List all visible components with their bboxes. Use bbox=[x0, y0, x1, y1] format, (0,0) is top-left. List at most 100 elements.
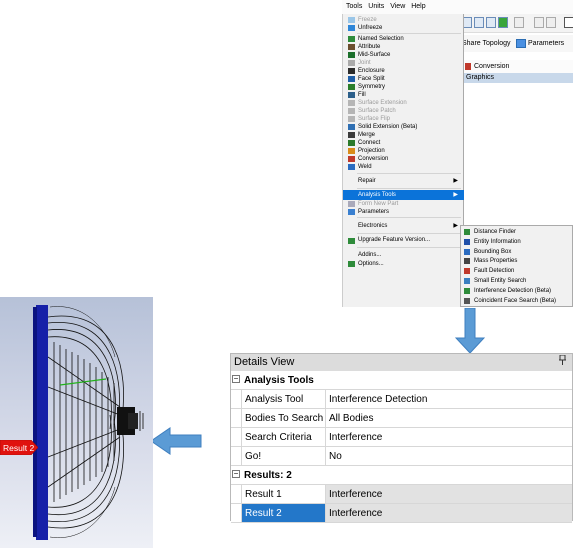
menu-item-electronics-label: Electronics bbox=[358, 223, 388, 229]
menu-item-analysis-tools[interactable]: Analysis Tools ▶ bbox=[343, 190, 464, 200]
menu-item-weld-label: Weld bbox=[358, 164, 372, 170]
menu-item-attribute[interactable]: Attribute bbox=[343, 43, 464, 51]
menu-item-joint[interactable]: Joint bbox=[343, 59, 464, 67]
menu-item-connect[interactable]: Connect bbox=[343, 139, 464, 147]
property-value[interactable]: All Bodies bbox=[326, 409, 572, 427]
enclosure-icon bbox=[348, 68, 355, 74]
menu-separator bbox=[357, 217, 461, 218]
menu-item-unfreeze[interactable]: Unfreeze bbox=[343, 24, 464, 32]
weld-icon bbox=[348, 164, 355, 170]
tree-conversion-label: Conversion bbox=[474, 63, 510, 70]
menu-item-weld[interactable]: Weld bbox=[343, 163, 464, 171]
menu-help[interactable]: Help bbox=[409, 3, 427, 10]
toolbar-button-7[interactable] bbox=[546, 17, 556, 28]
menu-item-named-selection-label: Named Selection bbox=[358, 36, 404, 42]
menu-item-electronics[interactable]: Electronics ▶ bbox=[343, 220, 464, 232]
property-value[interactable]: Interference bbox=[326, 428, 572, 446]
menu-item-options[interactable]: Options... bbox=[343, 260, 464, 268]
menu-item-conversion[interactable]: Conversion bbox=[343, 155, 464, 163]
menu-item-face-split-label: Face Split bbox=[358, 76, 385, 82]
menu-item-form-new-part[interactable]: Form New Part bbox=[343, 200, 464, 208]
menu-item-projection[interactable]: Projection bbox=[343, 147, 464, 155]
submenu-item-mass-properties[interactable]: Mass Properties bbox=[461, 257, 572, 265]
group-title: Results: 2 bbox=[244, 470, 292, 481]
result-key[interactable]: Result 1 bbox=[241, 485, 326, 503]
property-value[interactable]: Interference Detection bbox=[326, 390, 572, 408]
menu-item-upgrade-feature-version[interactable]: Upgrade Feature Version... bbox=[343, 235, 464, 246]
menu-separator bbox=[357, 188, 461, 189]
collapse-toggle-icon[interactable]: − bbox=[232, 375, 240, 383]
menu-item-freeze[interactable]: Freeze bbox=[343, 16, 464, 24]
menu-item-joint-label: Joint bbox=[358, 60, 371, 66]
parameters-button[interactable]: Parameters bbox=[528, 35, 564, 52]
menu-item-parameters[interactable]: Parameters bbox=[343, 208, 464, 216]
submenu-item-small-entity-search[interactable]: Small Entity Search bbox=[461, 277, 572, 285]
menu-item-surface-flip[interactable]: Surface Flip bbox=[343, 115, 464, 123]
collapse-toggle-icon[interactable]: − bbox=[232, 470, 240, 478]
submenu-item-bounding-box[interactable]: Bounding Box bbox=[461, 248, 572, 256]
topology-toolbar: Share Topology Parameters bbox=[460, 35, 573, 52]
group-results[interactable]: − Results: 2 bbox=[231, 466, 572, 485]
property-row-bodies-to-search[interactable]: Bodies To Search All Bodies bbox=[231, 409, 572, 428]
pin-icon[interactable] bbox=[559, 354, 566, 371]
submenu-item-label: Interference Detection (Beta) bbox=[474, 287, 552, 294]
property-row-search-criteria[interactable]: Search Criteria Interference bbox=[231, 428, 572, 447]
submenu-item-coincident-face-search-beta[interactable]: Coincident Face Search (Beta) bbox=[461, 297, 572, 305]
result-row-1[interactable]: Result 1 Interference bbox=[231, 485, 572, 504]
property-row-analysis-tool[interactable]: Analysis Tool Interference Detection bbox=[231, 390, 572, 409]
property-row-go[interactable]: Go! No bbox=[231, 447, 572, 466]
result-2-tag[interactable]: Result 2 bbox=[0, 440, 38, 455]
menu-item-repair[interactable]: Repair ▶ bbox=[343, 175, 464, 187]
menu-bar: Tools Units View Help bbox=[342, 0, 573, 15]
menu-item-surface-patch[interactable]: Surface Patch bbox=[343, 107, 464, 115]
tree-conversion-row[interactable]: Conversion bbox=[460, 60, 573, 73]
menu-separator bbox=[357, 173, 461, 174]
menu-item-named-selection[interactable]: Named Selection bbox=[343, 35, 464, 43]
menu-item-addins[interactable]: Addins... bbox=[343, 250, 464, 260]
model-graphics-view[interactable] bbox=[0, 297, 153, 548]
menu-item-enclosure[interactable]: Enclosure bbox=[343, 67, 464, 75]
toolbar-button-6[interactable] bbox=[534, 17, 544, 28]
face-split-icon bbox=[348, 76, 355, 82]
menu-item-merge[interactable]: Merge bbox=[343, 131, 464, 139]
surface-extension-icon bbox=[348, 100, 355, 106]
toolbar-button-3[interactable] bbox=[486, 17, 496, 28]
submenu-item-label: Fault Detection bbox=[474, 268, 515, 275]
menu-item-connect-label: Connect bbox=[358, 140, 381, 146]
menu-item-surface-extension[interactable]: Surface Extension bbox=[343, 99, 464, 107]
result-key[interactable]: Result 2 bbox=[241, 504, 326, 522]
property-value[interactable]: No bbox=[326, 447, 572, 465]
submenu-item-entity-information[interactable]: Entity Information bbox=[461, 238, 572, 246]
submenu-item-interference-detection-beta[interactable]: Interference Detection (Beta) bbox=[461, 287, 572, 295]
toolbar-button-2[interactable] bbox=[474, 17, 484, 28]
menu-item-enclosure-label: Enclosure bbox=[358, 68, 385, 74]
group-analysis-tools[interactable]: − Analysis Tools bbox=[231, 371, 572, 390]
toolbar-button-5[interactable] bbox=[514, 17, 524, 28]
menu-item-fill[interactable]: Fill bbox=[343, 91, 464, 99]
submenu-item-fault-detection[interactable]: Fault Detection bbox=[461, 267, 572, 275]
property-key: Go! bbox=[241, 447, 326, 465]
menu-item-solid-extension-beta[interactable]: Solid Extension (Beta) bbox=[343, 123, 464, 131]
menu-item-projection-label: Projection bbox=[358, 148, 385, 154]
mass-properties-icon bbox=[464, 258, 470, 265]
surface-flip-icon bbox=[348, 116, 355, 122]
share-topology-button[interactable]: Share Topology bbox=[462, 35, 511, 52]
coincident-face-search-icon bbox=[464, 297, 470, 304]
merge-icon bbox=[348, 132, 355, 138]
menu-view[interactable]: View bbox=[388, 3, 407, 10]
menu-item-mid-surface[interactable]: Mid-Surface bbox=[343, 51, 464, 59]
result-value: Interference bbox=[326, 485, 572, 503]
toolbar-button-8[interactable] bbox=[564, 17, 573, 28]
menu-units[interactable]: Units bbox=[366, 3, 386, 10]
details-view-panel: Details View − Analysis Tools Analysis T… bbox=[230, 353, 573, 523]
submenu-item-distance-finder[interactable]: Distance Finder bbox=[461, 228, 572, 236]
menu-tools[interactable]: Tools bbox=[344, 3, 364, 10]
graphics-tab[interactable]: Graphics bbox=[460, 73, 573, 83]
menu-item-symmetry-label: Symmetry bbox=[358, 84, 385, 90]
toolbar-button-4[interactable] bbox=[498, 17, 508, 28]
menu-item-addins-label: Addins... bbox=[358, 252, 382, 258]
menu-item-symmetry[interactable]: Symmetry bbox=[343, 83, 464, 91]
menu-item-face-split[interactable]: Face Split bbox=[343, 75, 464, 83]
submenu-arrow-icon: ▶ bbox=[453, 223, 458, 229]
result-row-2[interactable]: Result 2 Interference bbox=[231, 504, 572, 523]
